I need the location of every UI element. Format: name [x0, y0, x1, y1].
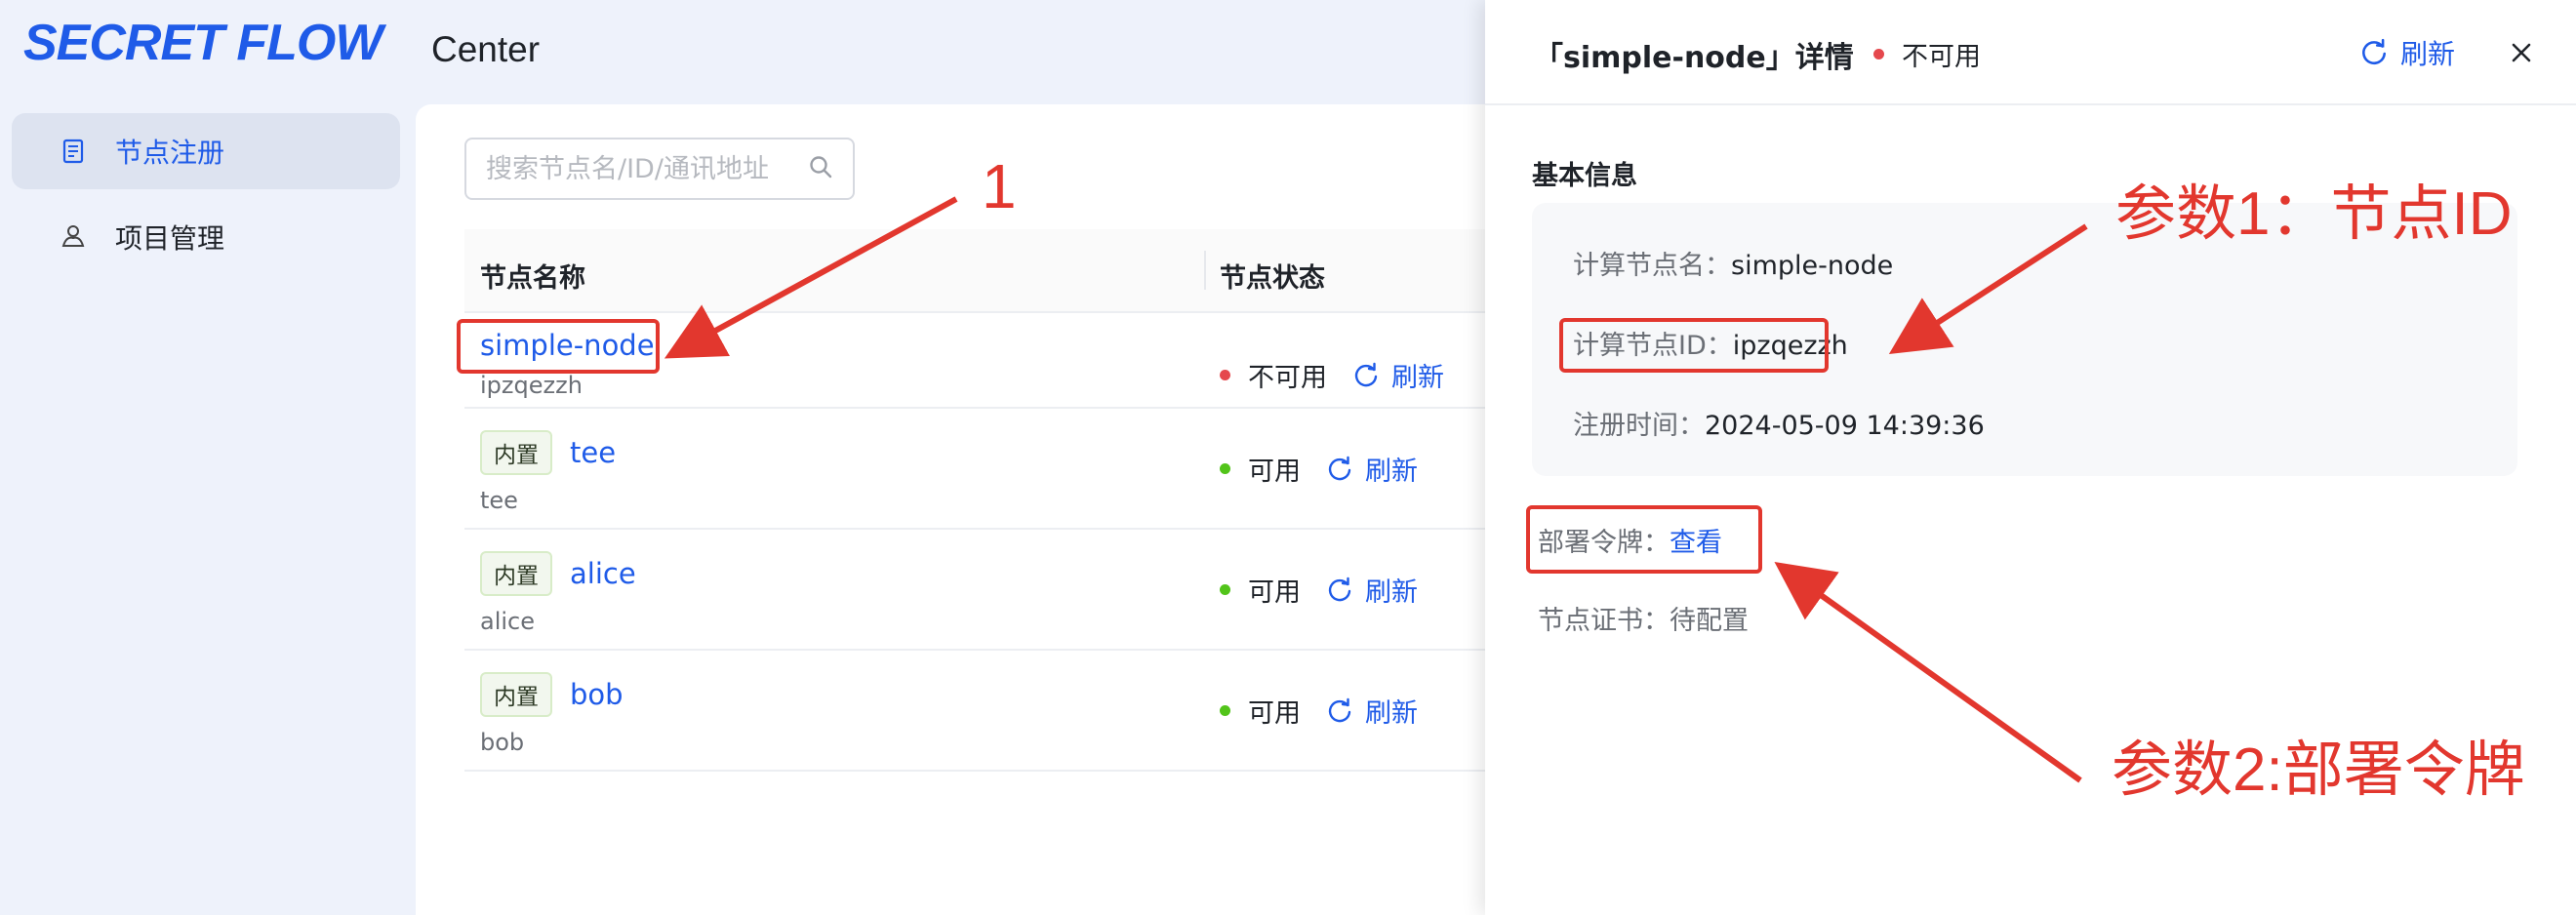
- column-header-status: 节点状态: [1220, 263, 1325, 294]
- section-title-basic-info: 基本信息: [1532, 161, 1637, 191]
- status-dot: [1873, 49, 1884, 60]
- status-text: 不可用: [1902, 42, 1981, 72]
- node-id: ipzqezzh: [480, 372, 583, 399]
- project-manage-icon: [59, 222, 88, 252]
- info-node-name: 计算节点名：simple-node: [1573, 244, 1893, 282]
- sidebar-item-project-manage[interactable]: 项目管理: [12, 199, 400, 275]
- sidebar-item-node-register[interactable]: 节点注册: [12, 113, 400, 189]
- info-value: simple-node: [1731, 251, 1894, 281]
- status-text: 可用: [1248, 698, 1301, 729]
- info-label: 计算节点名：: [1573, 251, 1731, 281]
- info-register-time: 注册时间：2024-05-09 14:39:36: [1573, 404, 1985, 442]
- node-name-link[interactable]: tee: [570, 436, 616, 469]
- status-text: 可用: [1248, 577, 1301, 608]
- app-logo: SECRET FLOW: [23, 15, 382, 71]
- sidebar-item-label: 项目管理: [115, 222, 225, 255]
- node-register-icon: [59, 137, 88, 166]
- status-dot: [1220, 370, 1230, 380]
- node-id: alice: [480, 608, 536, 635]
- refresh-icon: [2362, 38, 2386, 65]
- refresh-label: 刷新: [2400, 38, 2456, 70]
- status-dot: [1220, 463, 1230, 474]
- close-icon[interactable]: [2508, 39, 2535, 66]
- table-row: 内置 bob bob 可用 刷新: [464, 651, 1499, 772]
- drawer-title: 「simple-node」详情: [1534, 41, 1854, 75]
- status-cell: 可用 刷新: [1220, 450, 1418, 488]
- annotation-label-1: 1: [982, 151, 1017, 221]
- refresh-icon: [1328, 697, 1351, 722]
- annotation-box-node-id: [1559, 318, 1829, 373]
- status-text: 可用: [1248, 457, 1301, 487]
- refresh-button[interactable]: 刷新: [1326, 692, 1418, 730]
- builtin-tag: 内置: [480, 430, 552, 475]
- status-cell: 可用 刷新: [1220, 692, 1418, 730]
- annotation-box-node-name: [457, 319, 660, 374]
- drawer-status: 不可用: [1873, 35, 1981, 73]
- node-cert-line: 节点证书：待配置: [1538, 599, 1749, 637]
- status-cell: 可用 刷新: [1220, 571, 1418, 609]
- status-dot: [1220, 705, 1230, 716]
- builtin-tag: 内置: [480, 672, 552, 717]
- search-box[interactable]: [464, 138, 855, 200]
- column-divider: [1204, 251, 1206, 290]
- refresh-button[interactable]: 刷新: [1352, 356, 1444, 394]
- builtin-tag: 内置: [480, 551, 552, 596]
- drawer-refresh-button[interactable]: 刷新: [2359, 33, 2455, 72]
- refresh-label: 刷新: [1365, 698, 1418, 729]
- node-name-link[interactable]: bob: [570, 678, 624, 711]
- table-row: 内置 tee tee 可用 刷新: [464, 409, 1499, 530]
- search-icon[interactable]: [808, 154, 833, 183]
- main-panel: 节点名称 节点状态 simple-node ipzqezzh 不可用 刷新 内置…: [416, 104, 1499, 915]
- annotation-label-param1: 参数1：节点ID: [2115, 180, 2513, 248]
- status-text: 不可用: [1248, 363, 1327, 393]
- info-value: 2024-05-09 14:39:36: [1705, 411, 1985, 441]
- annotation-box-deploy-token: [1526, 505, 1762, 574]
- node-id: bob: [480, 729, 525, 756]
- node-id: tee: [480, 487, 518, 514]
- status-cell: 不可用 刷新: [1220, 356, 1444, 394]
- refresh-button[interactable]: 刷新: [1326, 571, 1418, 609]
- refresh-icon: [1354, 362, 1378, 386]
- page-title: Center: [431, 29, 541, 69]
- refresh-icon: [1328, 577, 1351, 601]
- column-header-name: 节点名称: [480, 263, 585, 294]
- cert-label: 节点证书：: [1538, 606, 1670, 636]
- table-row: 内置 alice alice 可用 刷新: [464, 530, 1499, 651]
- annotation-label-param2: 参数2:部署令牌: [2112, 736, 2525, 804]
- refresh-button[interactable]: 刷新: [1326, 450, 1418, 488]
- search-input[interactable]: [486, 153, 779, 184]
- status-dot: [1220, 584, 1230, 595]
- info-label: 注册时间：: [1573, 411, 1705, 441]
- refresh-label: 刷新: [1365, 577, 1418, 608]
- cert-value: 待配置: [1670, 606, 1749, 636]
- table-header: 节点名称 节点状态: [464, 229, 1499, 313]
- refresh-label: 刷新: [1391, 363, 1444, 393]
- refresh-label: 刷新: [1365, 457, 1418, 487]
- sidebar-item-label: 节点注册: [115, 137, 225, 169]
- drawer-header: 「simple-node」详情 不可用 刷新: [1485, 0, 2576, 105]
- refresh-icon: [1328, 456, 1351, 480]
- node-name-link[interactable]: alice: [570, 557, 636, 590]
